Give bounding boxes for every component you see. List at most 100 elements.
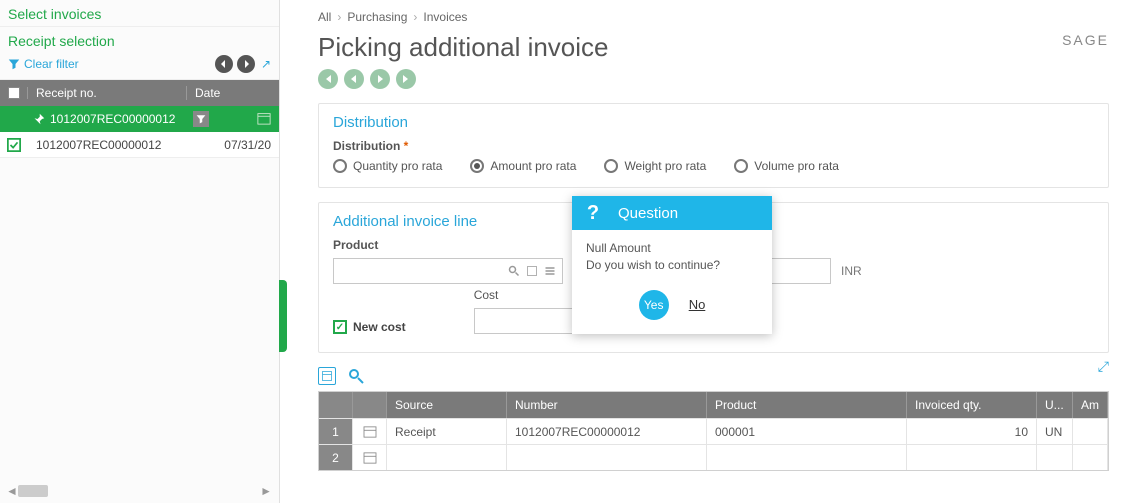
grid-col-action	[353, 392, 387, 418]
row-action-icon[interactable]	[353, 445, 387, 470]
brand-label: SAGE	[1062, 32, 1109, 48]
product-label: Product	[333, 238, 563, 252]
row-date-value: 07/31/20	[187, 138, 279, 152]
cell-source: Receipt	[387, 419, 507, 444]
left-scrollbar[interactable]: ◄ ►	[6, 483, 272, 499]
radio-icon	[734, 159, 748, 173]
list-item[interactable]: 1012007REC00000012 07/31/20	[0, 132, 279, 158]
next-record-icon[interactable]	[370, 69, 390, 89]
no-button[interactable]: No	[689, 297, 706, 312]
yes-button[interactable]: Yes	[639, 290, 669, 320]
scroll-left-icon[interactable]: ◄	[6, 484, 18, 498]
left-table-header: Receipt no. Date	[0, 80, 279, 106]
cell-invoiced-qty	[907, 445, 1037, 470]
next-page-icon[interactable]	[237, 55, 255, 73]
radio-icon	[333, 159, 347, 173]
last-record-icon[interactable]	[396, 69, 416, 89]
cell-source	[387, 445, 507, 470]
distribution-field-label: Distribution *	[333, 139, 1094, 153]
col-receipt-no[interactable]: Receipt no.	[28, 86, 187, 100]
grid-col-source[interactable]: Source	[387, 392, 507, 418]
grid-col-invoiced-qty[interactable]: Invoiced qty.	[907, 392, 1037, 418]
clear-filter-link[interactable]: Clear filter	[24, 57, 79, 71]
radio-quantity-pro-rata[interactable]: Quantity pro rata	[333, 159, 442, 173]
dialog-actions: Yes No	[572, 280, 772, 334]
radio-label: Amount pro rata	[490, 159, 576, 173]
cell-number: 1012007REC00000012	[507, 419, 707, 444]
grid-col-number[interactable]: Number	[507, 392, 707, 418]
header-checkbox[interactable]	[0, 87, 28, 99]
row-index: 2	[319, 445, 353, 470]
search-icon[interactable]	[348, 368, 364, 384]
currency-label: INR	[841, 264, 862, 278]
cell-unit	[1037, 445, 1073, 470]
panel-resize-handle[interactable]	[279, 280, 287, 352]
radio-icon	[604, 159, 618, 173]
invoice-lines-grid: Source Number Product Invoiced qty. U...…	[318, 391, 1109, 471]
dialog-body: Null Amount Do you wish to continue?	[572, 230, 772, 280]
funnel-icon[interactable]	[193, 111, 209, 127]
grid-header-row: Source Number Product Invoiced qty. U...…	[319, 392, 1108, 418]
row-index: 1	[319, 419, 353, 444]
cell-amount	[1073, 445, 1108, 470]
expand-grid-icon[interactable]: ⤢	[1098, 358, 1109, 375]
question-dialog: ? Question Null Amount Do you wish to co…	[572, 196, 772, 334]
col-date[interactable]: Date	[187, 86, 279, 100]
breadcrumb-all[interactable]: All	[318, 10, 331, 24]
cell-number	[507, 445, 707, 470]
radio-label: Quantity pro rata	[353, 159, 442, 173]
grid-col-rownum	[319, 392, 353, 418]
cell-product	[707, 445, 907, 470]
radio-volume-pro-rata[interactable]: Volume pro rata	[734, 159, 839, 173]
prev-record-icon[interactable]	[344, 69, 364, 89]
grid-col-unit[interactable]: U...	[1037, 392, 1073, 418]
dialog-message-line1: Null Amount	[586, 240, 758, 257]
radio-weight-pro-rata[interactable]: Weight pro rata	[604, 159, 706, 173]
prev-page-icon[interactable]	[215, 55, 233, 73]
filter-icon	[8, 58, 20, 70]
list-icon[interactable]	[544, 265, 556, 277]
lookup-icon[interactable]	[508, 265, 520, 277]
product-input[interactable]	[333, 258, 563, 284]
radio-label: Volume pro rata	[754, 159, 839, 173]
scroll-thumb[interactable]	[18, 485, 48, 497]
receipt-selection-header: Receipt selection	[0, 27, 279, 53]
filter-receipt-cell[interactable]: 1012007REC00000012	[28, 112, 187, 126]
filter-receipt-value: 1012007REC00000012	[50, 112, 175, 126]
chevron-right-icon: ›	[337, 10, 341, 24]
row-checkbox-checked[interactable]	[0, 138, 28, 152]
chevron-right-icon: ›	[413, 10, 417, 24]
grid-col-product[interactable]: Product	[707, 392, 907, 418]
left-nav-icons: ↗	[215, 55, 279, 73]
left-panel: Select invoices Receipt selection Clear …	[0, 0, 280, 503]
dialog-message-line2: Do you wish to continue?	[586, 257, 758, 274]
cell-amount	[1073, 419, 1108, 444]
left-filter-row: 1012007REC00000012	[0, 106, 279, 132]
row-receipt-value: 1012007REC00000012	[28, 138, 187, 152]
row-action-icon[interactable]	[353, 419, 387, 444]
expand-panel-icon[interactable]: ↗	[259, 57, 273, 71]
breadcrumb-invoices[interactable]: Invoices	[423, 10, 467, 24]
grid-detail-icon[interactable]	[318, 367, 336, 385]
question-mark-icon: ?	[582, 202, 604, 224]
new-cost-label: New cost	[353, 320, 406, 334]
breadcrumb-purchasing[interactable]: Purchasing	[347, 10, 407, 24]
new-cost-checkbox-row[interactable]: ✓ New cost	[333, 320, 406, 334]
record-nav	[318, 69, 1109, 89]
distribution-section: Distribution Distribution * Quantity pro…	[318, 103, 1109, 188]
calendar-icon[interactable]	[257, 111, 273, 127]
action-icon[interactable]	[526, 265, 538, 277]
select-invoices-header[interactable]: Select invoices	[0, 0, 279, 27]
table-row[interactable]: 1 Receipt 1012007REC00000012 000001 10 U…	[319, 418, 1108, 444]
grid-col-amount[interactable]: Am	[1073, 392, 1108, 418]
filter-date-cell[interactable]	[187, 111, 279, 127]
breadcrumb: All › Purchasing › Invoices	[318, 8, 1109, 32]
table-row[interactable]: 2	[319, 444, 1108, 470]
receipt-selection-label: Receipt selection	[8, 33, 115, 49]
first-record-icon[interactable]	[318, 69, 338, 89]
scroll-right-icon[interactable]: ►	[260, 484, 272, 498]
page-title: Picking additional invoice	[318, 32, 609, 63]
radio-amount-pro-rata[interactable]: Amount pro rata	[470, 159, 576, 173]
cell-invoiced-qty: 10	[907, 419, 1037, 444]
checkbox-checked-icon: ✓	[333, 320, 347, 334]
